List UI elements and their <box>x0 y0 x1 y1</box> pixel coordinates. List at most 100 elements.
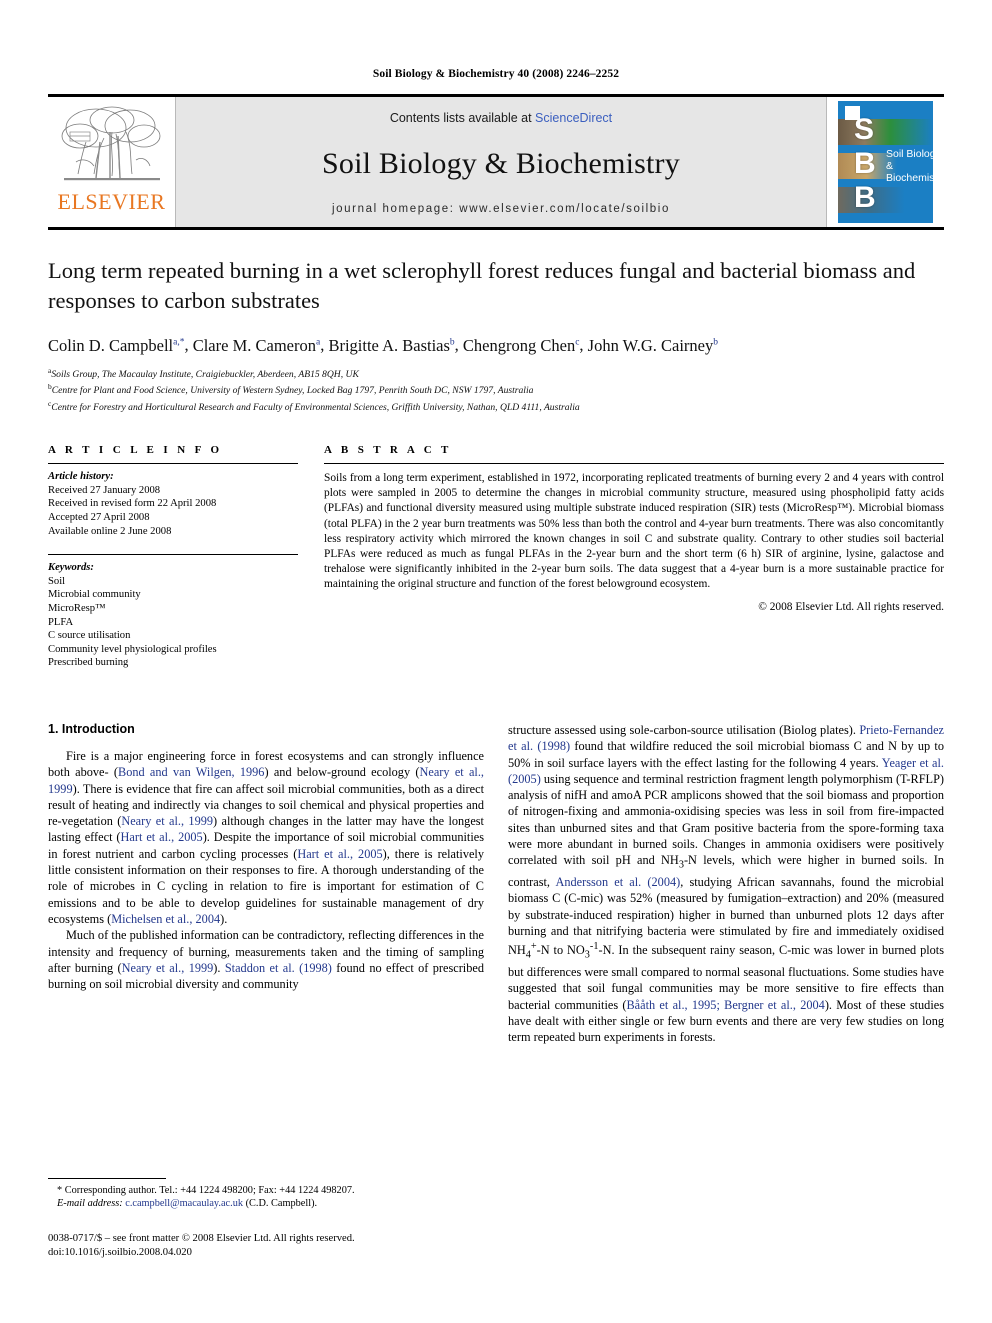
keywords-block: Keywords: Soil Microbial community Micro… <box>48 554 298 670</box>
masthead-bottom-rule <box>48 227 944 230</box>
affiliation-item: bCentre for Plant and Food Science, Univ… <box>48 381 944 398</box>
author-entry: John W.G. Cairneyb <box>588 336 718 355</box>
author-marks: a <box>315 337 321 347</box>
affiliation-list: aSoils Group, The Macaulay Institute, Cr… <box>48 365 944 415</box>
cover-art: S B B Soil Biology & Biochemistry <box>838 101 933 223</box>
citation-link[interactable]: Staddon et al. (1998) <box>225 961 332 975</box>
elsevier-tree-icon <box>61 106 160 181</box>
info-abstract-row: A R T I C L E I N F O Article history: R… <box>48 444 944 670</box>
keyword-item: Prescribed burning <box>48 657 129 669</box>
email-label: E-mail address: <box>57 1198 123 1210</box>
author-entry: Clare M. Camerona <box>193 336 320 355</box>
author-name: Colin D. Campbell <box>48 335 174 355</box>
citation-link[interactable]: Bååth et al., 1995; Bergner et al., 2004 <box>626 998 824 1012</box>
affiliation-item: aSoils Group, The Macaulay Institute, Cr… <box>48 365 944 382</box>
title-block: Long term repeated burning in a wet scle… <box>48 256 944 414</box>
abstract-copyright: © 2008 Elsevier Ltd. All rights reserved… <box>758 601 944 614</box>
author-entry: Brigitte A. Bastiasb <box>328 336 454 355</box>
keyword-item: Microbial community <box>48 589 141 601</box>
citation-link[interactable]: Bond and van Wilgen, 1996 <box>118 765 264 779</box>
cover-title-line-1: Soil Biology & <box>886 148 933 172</box>
body-column-right: structure assessed using sole-carbon-sou… <box>508 722 944 1046</box>
keyword-item: C source utilisation <box>48 630 131 642</box>
footnote-rule <box>48 1178 166 1179</box>
contents-prefix: Contents lists available at <box>389 111 536 125</box>
corresponding-author-note: * Corresponding author. Tel.: +44 1224 4… <box>57 1185 355 1196</box>
author-marks: a,* <box>173 337 185 347</box>
keyword-item: MicroResp™ <box>48 603 106 615</box>
article-history-label: Article history: <box>48 471 114 483</box>
citation-link[interactable]: Hart et al., 2005 <box>121 830 203 844</box>
email-note: E-mail address: c.campbell@macaulay.ac.u… <box>48 1197 488 1210</box>
citation-link[interactable]: Andersson et al. (2004) <box>556 875 681 889</box>
body-columns: 1. Introduction Fire is a major engineer… <box>48 722 944 1046</box>
author-marks: b <box>713 337 719 347</box>
affiliation-text: Centre for Plant and Food Science, Unive… <box>51 385 534 397</box>
citation-link[interactable]: Neary et al., 1999 <box>48 765 484 795</box>
keyword-item: Community level physiological profiles <box>48 643 217 655</box>
cover-publisher-badge-icon <box>845 106 860 120</box>
section-heading-introduction: 1. Introduction <box>48 722 135 736</box>
journal-masthead: ELSEVIER Contents lists available at Sci… <box>48 94 944 227</box>
article-page: Soil Biology & Biochemistry 40 (2008) 22… <box>0 0 992 1323</box>
contents-available-line: Contents lists available at ScienceDirec… <box>390 111 612 125</box>
doi-line: doi:10.1016/j.soilbio.2008.04.020 <box>48 1246 192 1258</box>
keyword-item: PLFA <box>48 616 74 628</box>
abstract-column: A B S T R A C T Soils from a long term e… <box>316 444 944 670</box>
history-item: Received 27 January 2008 <box>48 484 161 496</box>
running-head: Soil Biology & Biochemistry 40 (2008) 22… <box>372 68 620 80</box>
author-entry: Chengrong Chenc <box>463 336 580 355</box>
cover-strip-bottom <box>838 187 933 213</box>
cover-initial-2: B <box>854 147 876 180</box>
author-list: Colin D. Campbella,*, Clare M. Camerona,… <box>48 335 719 355</box>
email-owner: (C.D. Campbell). <box>245 1198 318 1210</box>
cover-initials: S B B <box>854 113 876 215</box>
citation-link[interactable]: Prieto-Fernandez et al. (1998) <box>508 723 944 753</box>
email-link[interactable]: c.campbell@macaulay.ac.uk <box>125 1198 243 1209</box>
history-item: Available online 2 June 2008 <box>48 525 172 537</box>
author-marks: c <box>575 337 580 347</box>
article-history-block: Article history: Received 27 January 200… <box>48 464 298 538</box>
body-column-left: 1. Introduction Fire is a major engineer… <box>48 722 484 1046</box>
cover-initial-3: B <box>854 181 876 214</box>
journal-title: Soil Biology & Biochemistry <box>322 147 680 180</box>
abstract-heading: A B S T R A C T <box>324 444 452 457</box>
author-marks: b <box>449 337 455 347</box>
footnote-area: * Corresponding author. Tel.: +44 1224 4… <box>48 1178 488 1211</box>
elsevier-logo: ELSEVIER <box>48 97 176 227</box>
history-item: Accepted 27 April 2008 <box>48 512 150 524</box>
author-name: Chengrong Chen <box>462 335 576 355</box>
history-item: Received in revised form 22 April 2008 <box>48 498 217 510</box>
affiliation-item: cCentre for Forestry and Horticultural R… <box>48 398 944 415</box>
masthead-center: Contents lists available at ScienceDirec… <box>176 97 826 227</box>
article-info-column: A R T I C L E I N F O Article history: R… <box>48 444 316 670</box>
author-name: John W.G. Cairney <box>587 335 714 355</box>
intro-paragraph-2-continued: structure assessed using sole-carbon-sou… <box>508 723 945 1045</box>
citation-link[interactable]: Hart et al., 2005 <box>297 847 382 861</box>
citation-link[interactable]: Neary et al., 1999 <box>122 961 214 975</box>
author-name: Brigitte A. Bastias <box>328 335 450 355</box>
page-title: Long term repeated burning in a wet scle… <box>48 258 916 313</box>
cover-title-line-2: Biochemistry <box>886 172 933 184</box>
keywords-label: Keywords: <box>48 562 94 574</box>
affiliation-text: Centre for Forestry and Horticultural Re… <box>51 401 580 413</box>
cover-strip-top <box>838 119 933 145</box>
page-footer: 0038-0717/$ – see front matter © 2008 El… <box>48 1232 568 1259</box>
elsevier-wordmark: ELSEVIER <box>57 189 166 214</box>
author-entry: Colin D. Campbella,* <box>48 336 184 355</box>
sciencedirect-link[interactable]: ScienceDirect <box>535 111 612 125</box>
journal-homepage-link[interactable]: journal homepage: www.elsevier.com/locat… <box>332 203 670 215</box>
cover-journal-title: Soil Biology & Biochemistry <box>886 148 933 184</box>
author-name: Clare M. Cameron <box>192 335 316 355</box>
keyword-item: Soil <box>48 575 66 587</box>
journal-cover-thumbnail: S B B Soil Biology & Biochemistry <box>826 97 944 227</box>
article-info-heading: A R T I C L E I N F O <box>48 444 223 457</box>
citation-link[interactable]: Yeager et al. (2005) <box>508 756 944 786</box>
affiliation-text: Soils Group, The Macaulay Institute, Cra… <box>51 368 359 380</box>
citation-link[interactable]: Michelsen et al., 2004 <box>111 912 220 926</box>
intro-paragraph-1: Fire is a major engineering force in for… <box>48 749 485 926</box>
intro-paragraph-2: Much of the published information can be… <box>48 928 484 992</box>
abstract-text: Soils from a long term experiment, estab… <box>324 472 944 590</box>
citation-link[interactable]: Neary et al., 1999 <box>121 814 213 828</box>
